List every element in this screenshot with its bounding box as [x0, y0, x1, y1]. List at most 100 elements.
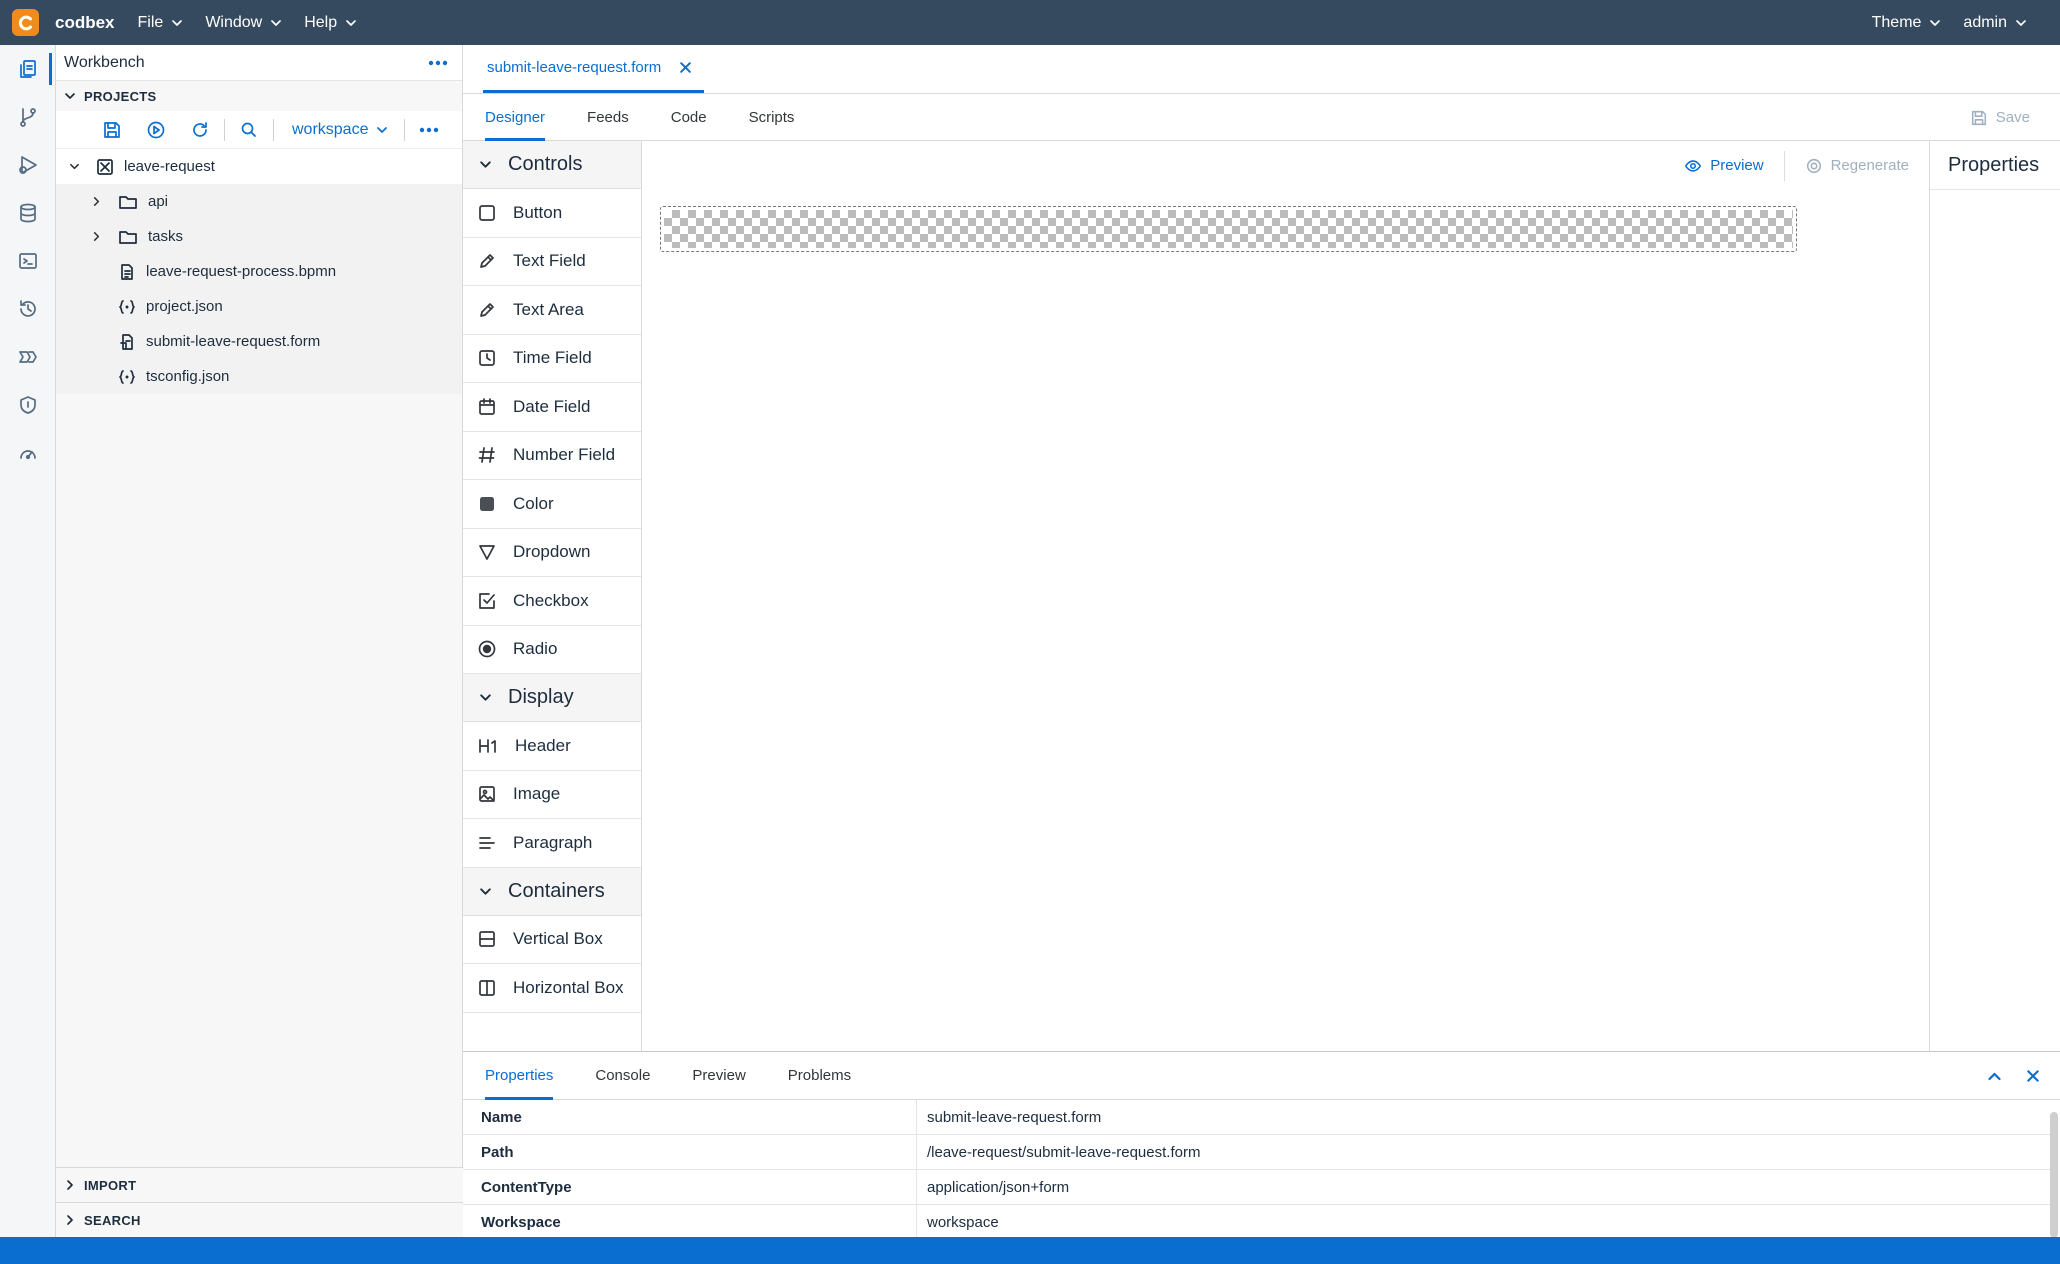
tab-scripts[interactable]: Scripts: [749, 94, 795, 141]
scrollbar[interactable]: [2050, 1112, 2058, 1238]
tree-item-label: tasks: [148, 228, 184, 245]
palette-item-dropdown[interactable]: Dropdown: [463, 529, 641, 577]
tab-designer[interactable]: Designer: [485, 94, 546, 141]
tree-item-project[interactable]: leave-request: [56, 149, 462, 184]
tree-item-folder[interactable]: tasks: [56, 219, 462, 254]
palette-item-paragraph[interactable]: Paragraph: [463, 819, 641, 868]
database-icon[interactable]: [0, 189, 56, 237]
palette-category-containers[interactable]: Containers: [463, 867, 641, 916]
chevron-up-icon[interactable]: [1987, 1069, 2002, 1084]
tree-item-label: submit-leave-request.form: [146, 333, 321, 350]
palette-item-label: Image: [513, 784, 561, 804]
search-icon[interactable]: [227, 111, 271, 149]
palette-item-label: Radio: [513, 639, 558, 659]
tab-console[interactable]: Console: [595, 1052, 650, 1100]
menu-file[interactable]: File: [127, 0, 195, 45]
tree-item-file[interactable]: submit-leave-request.form: [56, 324, 462, 359]
palette-item-vertical-box[interactable]: Vertical Box: [463, 916, 641, 964]
more-options-icon[interactable]: [407, 111, 451, 149]
menu-user-label: admin: [1963, 13, 2007, 31]
sidebar-header: Workbench: [56, 45, 462, 80]
gauge-icon[interactable]: [0, 429, 56, 477]
git-branch-icon[interactable]: [0, 93, 56, 141]
palette-category-label: Containers: [508, 879, 605, 902]
regenerate-icon: [1806, 158, 1821, 173]
save-icon: [1971, 110, 1986, 125]
menu-window[interactable]: Window: [194, 0, 293, 45]
menu-help[interactable]: Help: [293, 0, 368, 45]
projects-icon[interactable]: [0, 45, 56, 93]
chevron-right-icon: [67, 1215, 73, 1225]
tab-preview[interactable]: Preview: [692, 1052, 745, 1100]
search-section-header[interactable]: SEARCH: [56, 1202, 463, 1237]
palette-item-text-area[interactable]: Text Area: [463, 286, 641, 335]
security-shield-icon[interactable]: [0, 381, 56, 429]
close-icon[interactable]: [679, 61, 692, 74]
table-row: ContentType application/json+form: [463, 1169, 2050, 1205]
pipeline-icon[interactable]: [0, 333, 56, 381]
tab-problems[interactable]: Problems: [788, 1052, 851, 1100]
file-tab-active[interactable]: submit-leave-request.form: [483, 44, 705, 93]
tree-item-label: tsconfig.json: [146, 368, 230, 385]
tree-item-file[interactable]: tsconfig.json: [56, 359, 462, 394]
palette-item-horizontal-box[interactable]: Horizontal Box: [463, 964, 641, 1013]
chevron-down-icon: [346, 19, 356, 26]
preview-button[interactable]: Preview: [1664, 150, 1785, 181]
chevron-down-icon[interactable]: [66, 161, 82, 172]
menu-user[interactable]: admin: [1952, 0, 2038, 45]
palette-item-number-field[interactable]: Number Field: [463, 432, 641, 480]
palette-item-time-field[interactable]: Time Field: [463, 335, 641, 383]
bottom-tabs: Properties Console Preview Problems: [463, 1052, 2060, 1100]
tab-code[interactable]: Code: [671, 94, 707, 141]
palette-item-color[interactable]: Color: [463, 480, 641, 529]
history-icon[interactable]: [0, 285, 56, 333]
palette-item-checkbox[interactable]: Checkbox: [463, 577, 641, 626]
palette-category-display[interactable]: Display: [463, 674, 641, 722]
image-icon: [479, 786, 495, 803]
form-drop-zone[interactable]: [660, 206, 1797, 252]
menu-theme[interactable]: Theme: [1861, 0, 1953, 45]
tab-properties[interactable]: Properties: [485, 1052, 554, 1100]
close-icon[interactable]: [2026, 1069, 2040, 1083]
chevron-down-icon: [1930, 19, 1941, 26]
paragraph-icon: [479, 836, 495, 849]
palette-category-controls[interactable]: Controls: [463, 141, 641, 189]
save-button[interactable]: Save: [1970, 94, 2030, 141]
palette-item-label: Time Field: [513, 348, 592, 368]
chevron-right-icon[interactable]: [88, 196, 104, 207]
terminal-icon[interactable]: [0, 237, 56, 285]
triangle-down-icon: [479, 545, 495, 561]
save-all-icon[interactable]: [90, 111, 134, 149]
chevron-right-icon[interactable]: [88, 231, 104, 242]
palette-item-button[interactable]: Button: [463, 189, 641, 238]
properties-panel: Properties: [1929, 141, 2060, 1051]
palette-item-text-field[interactable]: Text Field: [463, 238, 641, 286]
tree-item-folder[interactable]: api: [56, 184, 462, 219]
top-bar: codbex File Window Help Theme admin: [0, 0, 2060, 45]
toolbar-separator: [404, 118, 406, 141]
tree-item-file[interactable]: project.json: [56, 289, 462, 324]
palette-item-date-field[interactable]: Date Field: [463, 383, 641, 432]
refresh-icon[interactable]: [178, 111, 222, 149]
property-key: Path: [463, 1134, 917, 1170]
palette-item-label: Button: [513, 202, 563, 222]
codbex-logo-icon[interactable]: [12, 9, 39, 36]
chevron-down-icon: [271, 19, 282, 26]
palette-item-radio[interactable]: Radio: [463, 626, 641, 674]
publish-icon[interactable]: [134, 111, 178, 149]
tree-item-label: leave-request: [124, 158, 215, 175]
deploy-icon[interactable]: [0, 141, 56, 189]
tree-item-file[interactable]: leave-request-process.bpmn: [56, 254, 462, 289]
palette-item-image[interactable]: Image: [463, 771, 641, 819]
regenerate-button[interactable]: Regenerate: [1785, 157, 1929, 175]
properties-panel-title: Properties: [1930, 141, 2060, 190]
tab-feeds[interactable]: Feeds: [587, 94, 629, 141]
more-options-icon[interactable]: [428, 60, 448, 66]
workspace-select[interactable]: workspace: [276, 121, 402, 139]
bottom-panel: Properties Console Preview Problems Name…: [463, 1051, 2060, 1240]
import-section-header[interactable]: IMPORT: [56, 1167, 463, 1202]
projects-section-header[interactable]: PROJECTS: [56, 80, 462, 111]
palette-item-header[interactable]: Header: [463, 722, 641, 771]
project-tree: leave-request api tasks leave-request-pr…: [56, 149, 462, 394]
form-file-icon: [118, 333, 136, 351]
